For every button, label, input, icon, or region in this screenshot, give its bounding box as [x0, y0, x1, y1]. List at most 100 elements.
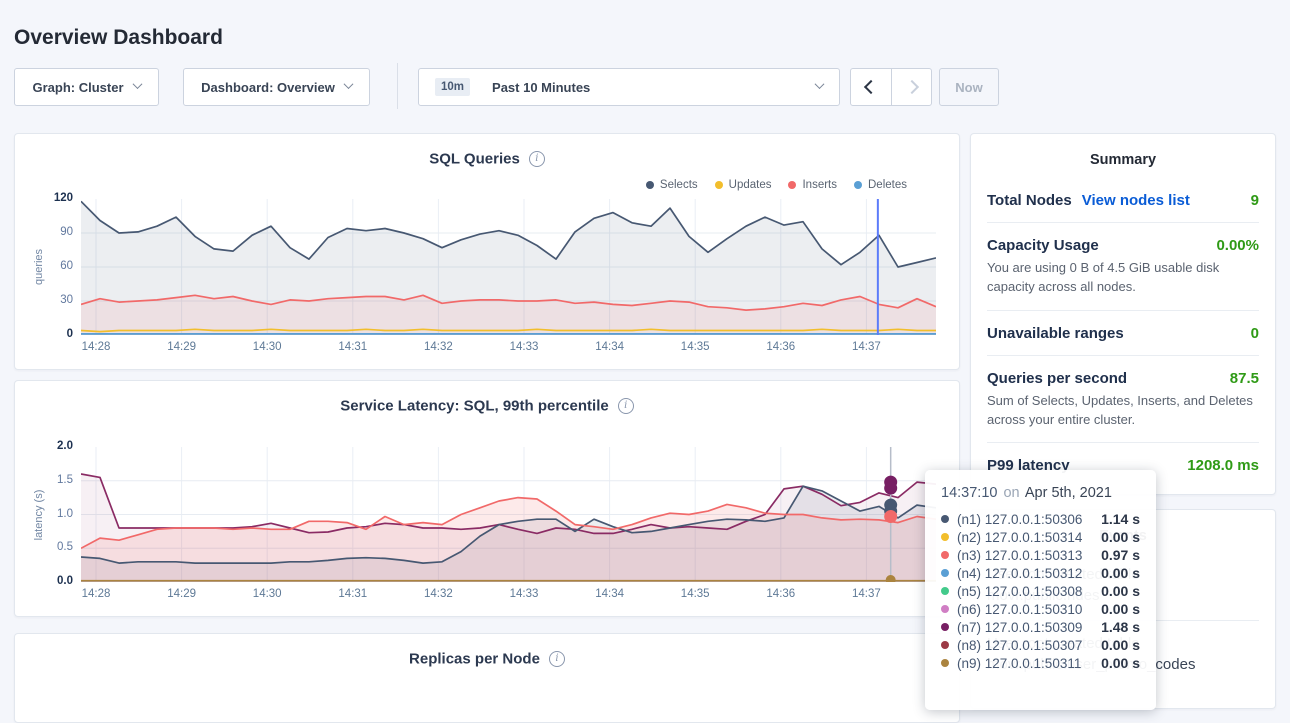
page-title: Overview Dashboard [14, 26, 223, 50]
series-dot-icon [941, 605, 949, 613]
tooltip-date: Apr 5th, 2021 [1025, 485, 1112, 501]
graph-scope-label: Graph: Cluster [32, 80, 123, 95]
series-dot-icon [941, 533, 949, 541]
tooltip-timestamp: 14:37:10 on Apr 5th, 2021 [941, 485, 1140, 501]
info-icon[interactable]: i [529, 151, 545, 167]
tooltip-node-value: 0.00 s [1101, 529, 1140, 545]
tooltip-node-row: (n2) 127.0.0.1:50314 0.00 s [941, 528, 1140, 546]
toolbar-divider [397, 63, 398, 109]
series-dot-icon [715, 181, 723, 189]
now-button-label: Now [955, 80, 982, 95]
tooltip-node-row: (n9) 127.0.0.1:503110.00 s [941, 654, 1140, 672]
tooltip-node-label: (n6) 127.0.0.1:50310 [957, 602, 1093, 617]
y-tick-label: 1.5 [25, 474, 73, 486]
view-nodes-list-link[interactable]: View nodes list [1082, 192, 1190, 209]
x-tick-label: 14:31 [338, 341, 367, 353]
sql-queries-plot[interactable] [81, 199, 936, 335]
tooltip-node-value: 0.97 s [1101, 547, 1140, 563]
x-tick-label: 14:33 [510, 588, 539, 600]
summary-panel: Summary Total Nodes View nodes list 9 Ca… [970, 133, 1276, 495]
series-dot-icon [941, 515, 949, 523]
x-tick-label: 14:31 [338, 588, 367, 600]
series-dot-icon [941, 569, 949, 577]
y-axis-unit-label: queries [33, 249, 45, 285]
series-dot-icon [854, 181, 862, 189]
x-tick-label: 14:28 [82, 341, 111, 353]
chart-title: Replicas per Node [409, 650, 540, 667]
p99-latency-value: 1208.0 ms [1187, 457, 1259, 474]
series-dot-icon [941, 623, 949, 631]
tooltip-node-value: 1.14 s [1101, 511, 1140, 527]
info-icon[interactable]: i [549, 651, 565, 667]
tooltip-node-value: 0.00 s [1101, 655, 1140, 671]
service-latency-plot[interactable] [81, 447, 936, 582]
time-range-label: Past 10 Minutes [492, 80, 590, 95]
legend-label: Selects [660, 179, 698, 191]
tooltip-node-value: 0.00 s [1101, 637, 1140, 653]
chart-title: SQL Queries [429, 150, 520, 167]
chevron-down-icon [132, 79, 142, 89]
x-tick-label: 14:35 [681, 341, 710, 353]
y-axis-unit-label: latency (s) [33, 489, 45, 540]
legend-item: Inserts [788, 179, 837, 191]
info-icon[interactable]: i [618, 398, 634, 414]
x-tick-label: 14:37 [852, 341, 881, 353]
x-tick-label: 14:33 [510, 341, 539, 353]
y-tick-label: 90 [25, 226, 73, 238]
total-nodes-label: Total Nodes [987, 192, 1072, 209]
y-tick-label: 2.0 [25, 440, 73, 452]
x-tick-label: 14:32 [424, 588, 453, 600]
tooltip-time: 14:37:10 [941, 485, 997, 501]
x-tick-label: 14:35 [681, 588, 710, 600]
chevron-left-icon [864, 80, 878, 94]
tooltip-node-label: (n7) 127.0.0.1:50309 [957, 620, 1093, 635]
tooltip-node-rows: (n1) 127.0.0.1:503061.14 s(n2) 127.0.0.1… [941, 510, 1140, 672]
time-range-badge: 10m [435, 78, 470, 96]
chart-title: Service Latency: SQL, 99th percentile [340, 397, 608, 414]
series-dot-icon [941, 641, 949, 649]
now-button[interactable]: Now [939, 68, 999, 106]
graph-scope-dropdown[interactable]: Graph: Cluster [14, 68, 159, 106]
chevron-down-icon [343, 79, 353, 89]
tooltip-conjunction: on [1003, 485, 1019, 501]
chart-hover-tooltip: 14:37:10 on Apr 5th, 2021 (n1) 127.0.0.1… [925, 470, 1156, 710]
tooltip-node-label: (n8) 127.0.0.1:50307 [957, 638, 1093, 653]
tooltip-node-row: (n6) 127.0.0.1:503100.00 s [941, 600, 1140, 618]
next-time-button[interactable] [891, 69, 931, 105]
legend-label: Deletes [868, 179, 907, 191]
summary-unavailable-row: Unavailable ranges 0 [987, 311, 1259, 356]
tooltip-node-value: 1.48 s [1101, 619, 1140, 635]
replicas-per-node-chart-card: Replicas per Node i [14, 633, 960, 723]
tooltip-node-label: (n2) 127.0.0.1:50314 [957, 530, 1093, 545]
tooltip-node-row: (n5) 127.0.0.1:503080.00 s [941, 582, 1140, 600]
tooltip-node-row: (n3) 127.0.0.1:50313 0.97 s [941, 546, 1140, 564]
tooltip-node-label: (n1) 127.0.0.1:50306 [957, 512, 1093, 527]
tooltip-node-label: (n4) 127.0.0.1:50312 [957, 566, 1093, 581]
service-latency-chart-card: Service Latency: SQL, 99th percentilei 0… [14, 380, 960, 617]
time-range-dropdown[interactable]: 10m Past 10 Minutes [418, 68, 840, 106]
legend-item: Deletes [854, 179, 907, 191]
capacity-label: Capacity Usage [987, 237, 1099, 254]
summary-qps-row: Queries per second 87.5 Sum of Selects, … [987, 356, 1259, 444]
tooltip-node-value: 0.00 s [1101, 565, 1140, 581]
summary-title: Summary [971, 152, 1275, 168]
y-tick-label: 30 [25, 294, 73, 306]
x-tick-label: 14:34 [595, 341, 624, 353]
x-tick-label: 14:30 [253, 588, 282, 600]
x-tick-label: 14:29 [167, 588, 196, 600]
legend-label: Updates [729, 179, 772, 191]
series-dot-icon [646, 181, 654, 189]
qps-label: Queries per second [987, 370, 1127, 387]
tooltip-node-label: (n3) 127.0.0.1:50313 [957, 548, 1093, 563]
dashboard-dropdown[interactable]: Dashboard: Overview [183, 68, 370, 106]
time-pager [850, 68, 932, 106]
prev-time-button[interactable] [851, 69, 891, 105]
tooltip-node-row: (n1) 127.0.0.1:50306 1.14 s [941, 510, 1140, 528]
qps-value: 87.5 [1230, 370, 1259, 387]
x-tick-label: 14:36 [766, 341, 795, 353]
sql-queries-chart-card: SQL Queries i Selects Updates Inserts Delete… [14, 133, 960, 370]
series-dot-icon [941, 551, 949, 559]
unavailable-ranges-value: 0 [1251, 325, 1259, 342]
x-tick-label: 14:28 [82, 588, 111, 600]
summary-total-nodes-row: Total Nodes View nodes list 9 [987, 178, 1259, 223]
